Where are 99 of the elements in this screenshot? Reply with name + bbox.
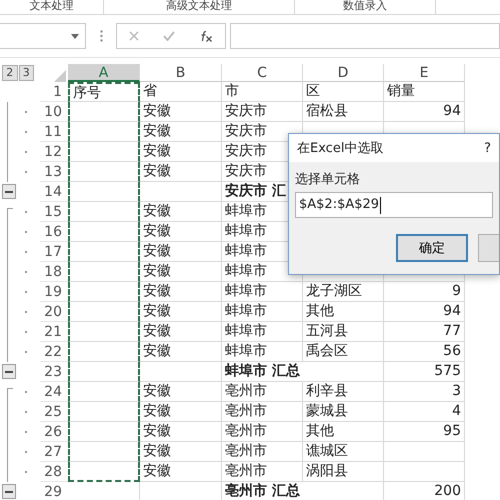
table-cell: 安徽 [140, 462, 222, 482]
table-cell: 4 [384, 402, 465, 422]
formula-field[interactable] [230, 23, 500, 49]
table-cell: 其他 [303, 302, 384, 322]
table-cell: 禹会区 [303, 342, 384, 362]
table-cell: 安徽 [140, 442, 222, 462]
table-cell: 安徽 [140, 142, 222, 162]
table-cell: 77 [384, 322, 465, 342]
table-cell: 蚌埠市 [222, 342, 303, 362]
table-cell: 亳州市 [222, 382, 303, 402]
row-number: 19 [40, 282, 68, 302]
table-cell: 安徽 [140, 202, 222, 222]
collapse-button[interactable] [2, 184, 16, 199]
table-cell: 蚌埠市 汇总 [222, 362, 303, 382]
ribbon-group-label: 文本处理 [30, 0, 74, 12]
table-cell: 575 [384, 362, 465, 382]
table-cell: 亳州市 汇总 [222, 482, 303, 500]
table-cell: 安徽 [140, 342, 222, 362]
row-number: 13 [40, 162, 68, 182]
outline-level-button[interactable]: 2 [2, 65, 18, 81]
row-number: 22 [40, 342, 68, 362]
row-number: 1 [40, 82, 68, 102]
table-cell: 蚌埠市 [222, 302, 303, 322]
table-cell: 3 [384, 382, 465, 402]
table-cell: 蒙城县 [303, 402, 384, 422]
column-header[interactable]: D [303, 64, 384, 82]
name-box[interactable] [0, 23, 86, 49]
row-number: 27 [40, 442, 68, 462]
table-cell: 安徽 [140, 382, 222, 402]
table-cell: 宿松县 [303, 102, 384, 122]
table-cell: 序号 [68, 82, 140, 102]
table-cell: 亳州市 [222, 462, 303, 482]
table-cell: 安徽 [140, 262, 222, 282]
table-cell: 省 [140, 82, 222, 102]
ribbon-group-label: 数值录入 [343, 0, 387, 12]
check-icon[interactable] [163, 31, 175, 41]
grip-icon [100, 30, 102, 42]
row-number: 16 [40, 222, 68, 242]
table-cell: 亳州市 [222, 402, 303, 422]
table-cell: 亳州市 [222, 422, 303, 442]
row-number: 12 [40, 142, 68, 162]
dropdown-arrow-icon [71, 34, 79, 38]
row-number: 25 [40, 402, 68, 422]
row-number: 17 [40, 242, 68, 262]
row-number: 26 [40, 422, 68, 442]
table-cell: 95 [384, 422, 465, 442]
table-cell: 区 [303, 82, 384, 102]
collapse-button[interactable] [2, 364, 16, 379]
table-cell: 利辛县 [303, 382, 384, 402]
row-number: 20 [40, 302, 68, 322]
table-cell: 安徽 [140, 302, 222, 322]
column-header[interactable]: E [384, 64, 465, 82]
row-number: 24 [40, 382, 68, 402]
table-cell: 五河县 [303, 322, 384, 342]
select-all-corner-icon[interactable] [54, 70, 66, 82]
table-cell: 安徽 [140, 322, 222, 342]
row-number: 18 [40, 262, 68, 282]
table-cell: 亳州市 [222, 442, 303, 462]
help-button[interactable]: ? [484, 140, 491, 156]
table-cell: 蚌埠市 [222, 282, 303, 302]
column-header[interactable]: C [222, 64, 303, 82]
row-number: 10 [40, 102, 68, 122]
row-number: 14 [40, 182, 68, 202]
table-cell: 蚌埠市 [222, 322, 303, 342]
table-cell: 9 [384, 282, 465, 302]
ribbon-group-label: 高级文本处理 [166, 0, 232, 12]
cancel-icon[interactable] [129, 31, 139, 41]
table-cell: 200 [384, 482, 465, 500]
table-cell: 安徽 [140, 402, 222, 422]
table-cell: 94 [384, 102, 465, 122]
table-cell: 安徽 [140, 162, 222, 182]
row-number: 11 [40, 122, 68, 142]
column-header[interactable]: A [68, 64, 140, 82]
table-cell: 安徽 [140, 242, 222, 262]
table-cell: 安徽 [140, 222, 222, 242]
table-cell: 安徽 [140, 282, 222, 302]
table-cell: 安徽 [140, 102, 222, 122]
collapse-button[interactable] [2, 484, 16, 499]
row-number: 15 [40, 202, 68, 222]
function-icon[interactable] [199, 30, 213, 42]
table-cell: 龙子湖区 [303, 282, 384, 302]
row-number: 21 [40, 322, 68, 342]
outline-level-button[interactable]: 3 [18, 65, 34, 81]
table-cell: 涡阳县 [303, 462, 384, 482]
table-cell: 安徽 [140, 122, 222, 142]
table-cell: 谯城区 [303, 442, 384, 462]
table-cell: 安徽 [140, 422, 222, 442]
table-cell: 94 [384, 302, 465, 322]
row-number: 23 [40, 362, 68, 382]
table-cell: 市 [222, 82, 303, 102]
table-cell: 安庆市 [222, 102, 303, 122]
ok-button[interactable]: 确定 [396, 234, 468, 262]
table-cell: 销量 [384, 82, 465, 102]
row-number: 28 [40, 462, 68, 482]
input-field[interactable]: $A$2:$A$29 [295, 192, 493, 218]
table-cell: 其他 [303, 422, 384, 442]
table-cell: 56 [384, 342, 465, 362]
column-header[interactable]: B [140, 64, 222, 82]
row-number: 29 [40, 482, 68, 500]
